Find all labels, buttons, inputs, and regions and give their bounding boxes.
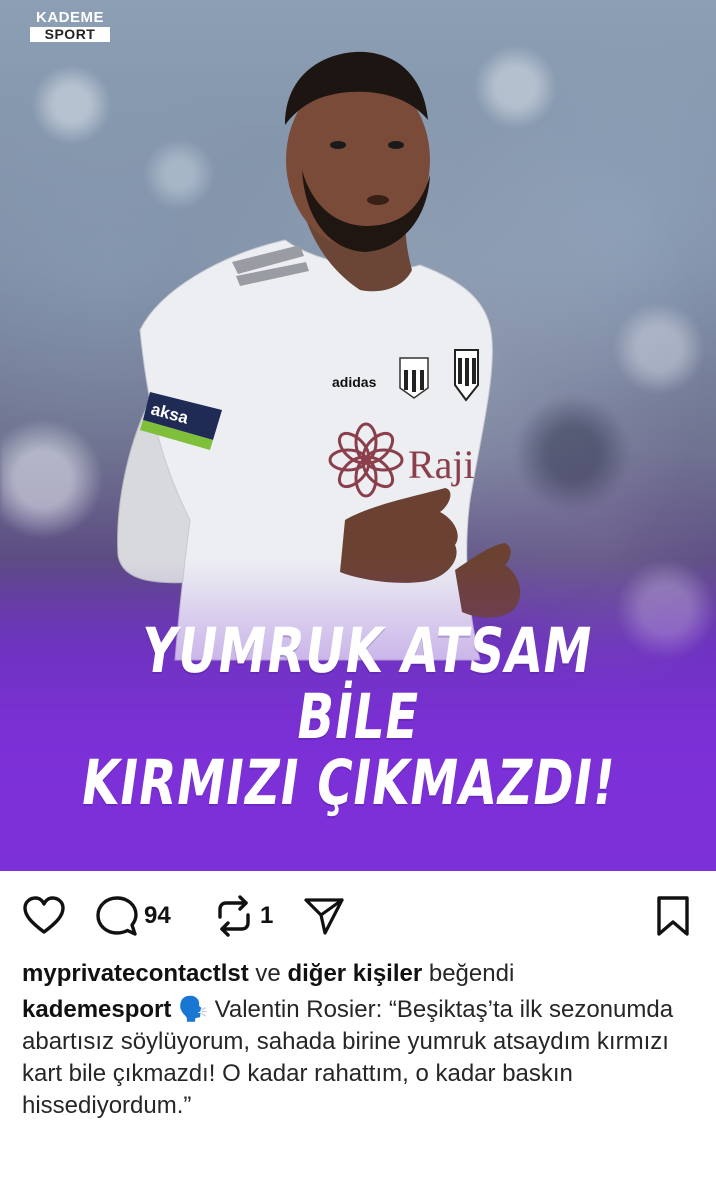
chest-sponsor-text: Raji	[408, 442, 475, 487]
speaking-head-emoji: 🗣️	[178, 996, 208, 1023]
brand-logo-text: adidas	[332, 374, 377, 390]
repost-icon	[218, 895, 250, 937]
headline-line-1: YUMRUK ATSAM BİLE	[137, 614, 598, 753]
likes-connector: ve	[255, 960, 281, 987]
repost-button[interactable]: 1	[214, 890, 273, 942]
caption-username-link[interactable]: kademesport	[22, 996, 171, 1023]
comment-count: 94	[144, 902, 171, 929]
caption: kademesport 🗣️ Valentin Rosier: “Beşikta…	[22, 994, 702, 1122]
save-button[interactable]	[656, 890, 690, 942]
post-headline: YUMRUK ATSAM BİLE KIRMIZI ÇIKMAZDI!	[65, 614, 651, 819]
logo-text-top: KADEME	[35, 9, 104, 26]
likes-verb: beğendi	[428, 960, 515, 987]
like-button[interactable]	[22, 890, 66, 942]
logo-text-bottom: SPORT	[30, 27, 110, 42]
share-button[interactable]	[303, 890, 345, 942]
post-caption-area: myprivatecontactlst ve diğer kişiler beğ…	[22, 958, 702, 1122]
repost-count: 1	[260, 902, 274, 929]
liked-by-user-link[interactable]: myprivatecontactlst	[22, 960, 249, 987]
kademe-sport-logo: KADEME SPORT	[30, 10, 110, 42]
bookmark-icon	[657, 896, 689, 936]
post-action-bar: 94 1	[0, 890, 716, 942]
send-paper-plane-icon	[304, 898, 344, 935]
post-image[interactable]: aksa adidas Raji KADEME SPORT YUMRUK ATS…	[0, 0, 716, 871]
liked-by-others-link[interactable]: diğer kişiler	[287, 960, 422, 987]
headline-line-2: KIRMIZI ÇIKMAZDI!	[76, 746, 621, 819]
heart-icon	[23, 896, 65, 934]
comment-bubble-icon	[96, 896, 138, 936]
likes-summary: myprivatecontactlst ve diğer kişiler beğ…	[22, 958, 702, 990]
comment-button[interactable]: 94	[96, 890, 171, 942]
